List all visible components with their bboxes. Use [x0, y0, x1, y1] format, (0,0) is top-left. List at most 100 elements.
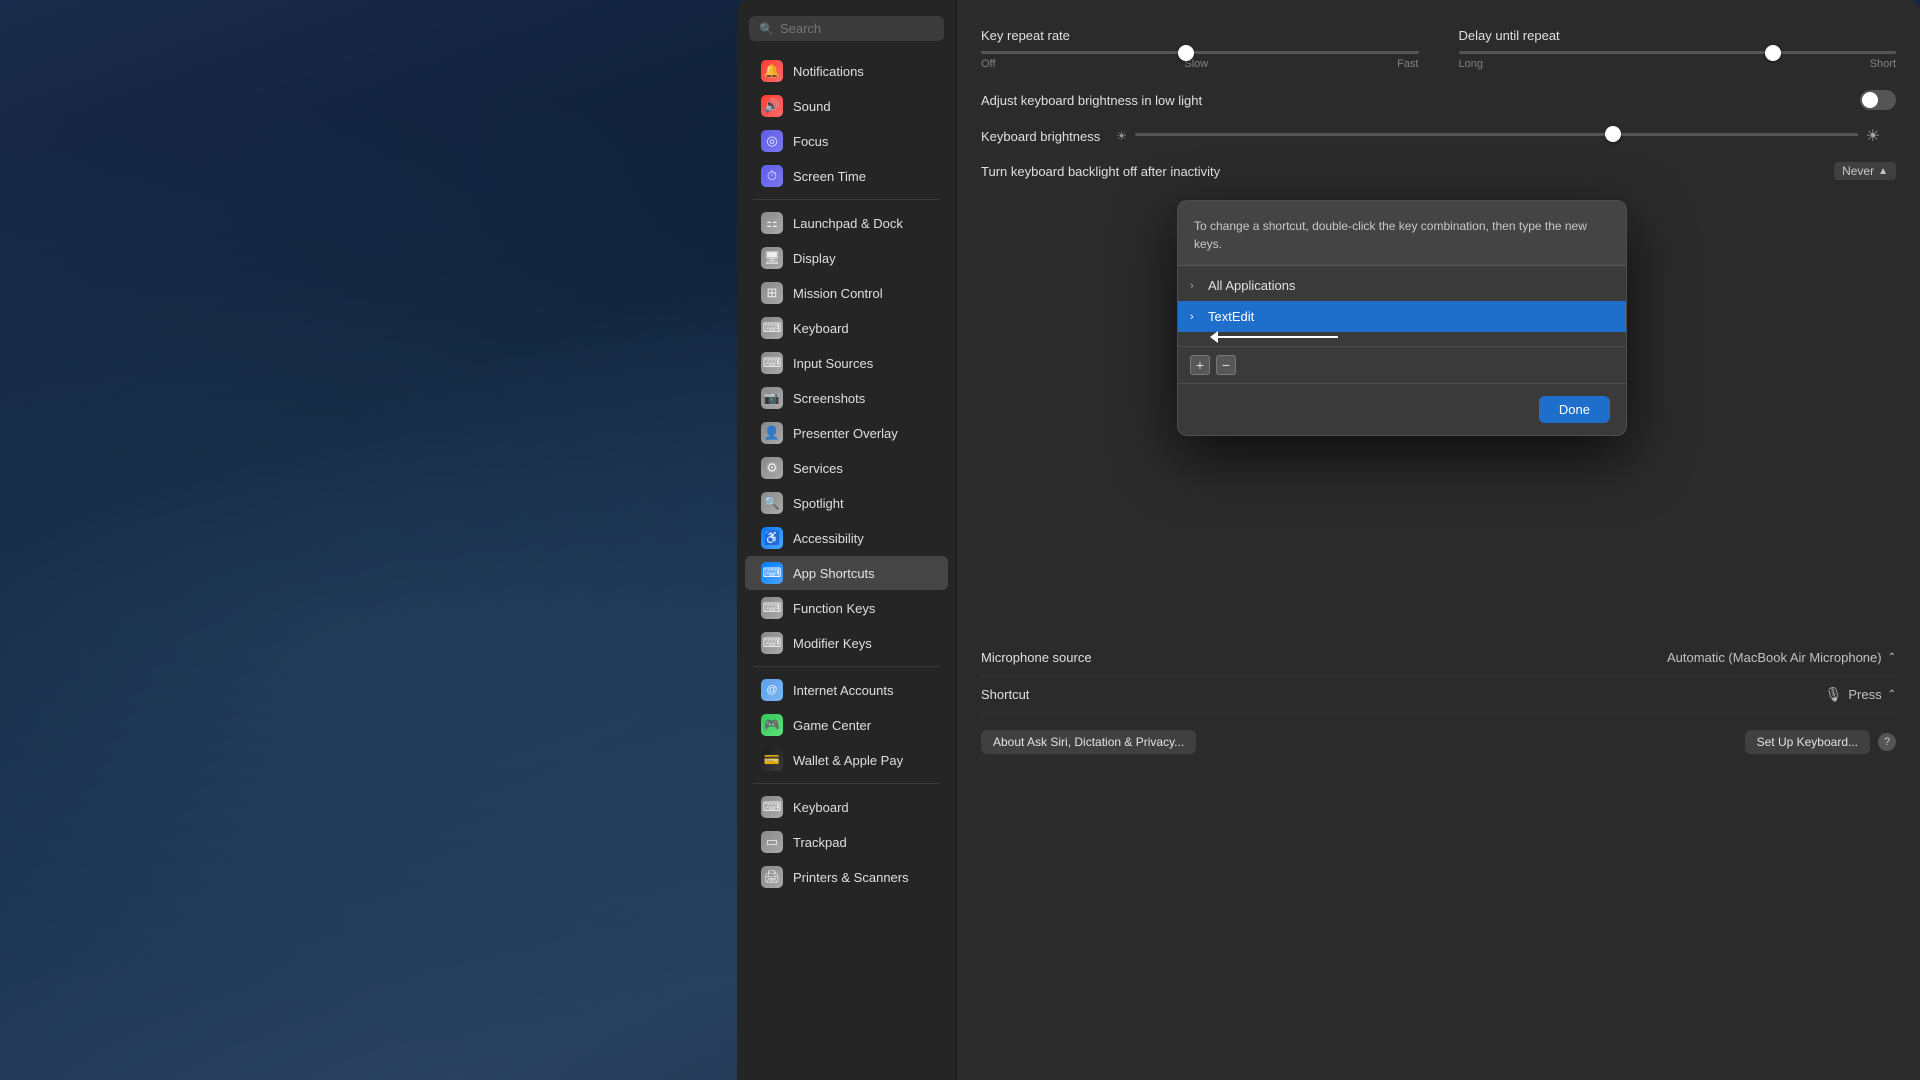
- sidebar-item-accessibility[interactable]: ♿ Accessibility: [745, 521, 948, 555]
- keyboard-icon: ⌨: [761, 317, 783, 339]
- game-center-icon: 🎮: [761, 714, 783, 736]
- sidebar-item-printers[interactable]: 🖨 Printers & Scanners: [745, 860, 948, 894]
- sidebar-item-spotlight[interactable]: 🔍 Spotlight: [745, 486, 948, 520]
- all-apps-chevron-icon: ›: [1190, 280, 1202, 292]
- sidebar-label-input-sources: Input Sources: [793, 356, 873, 371]
- done-button[interactable]: Done: [1539, 396, 1610, 423]
- sidebar-item-services[interactable]: ⚙ Services: [745, 451, 948, 485]
- kb-brightness-slider[interactable]: [1135, 133, 1858, 136]
- microphone-source-dropdown[interactable]: Automatic (MacBook Air Microphone) ⌃: [1667, 650, 1896, 665]
- sidebar-item-notifications[interactable]: 🔔 Notifications: [745, 54, 948, 88]
- notifications-icon: 🔔: [761, 60, 783, 82]
- shortcuts-panel-header: To change a shortcut, double-click the k…: [1178, 201, 1626, 266]
- sidebar-item-modifier-keys[interactable]: ⌨ Modifier Keys: [745, 626, 948, 660]
- sidebar-item-presenter[interactable]: 👤 Presenter Overlay: [745, 416, 948, 450]
- wallet-icon: 💳: [761, 749, 783, 771]
- add-shortcut-button[interactable]: +: [1190, 355, 1210, 375]
- sidebar-item-mission[interactable]: ⊞ Mission Control: [745, 276, 948, 310]
- display-icon: 🖥: [761, 247, 783, 269]
- keyboard2-icon: ⌨: [761, 796, 783, 818]
- arrow-head: [1210, 331, 1218, 343]
- sidebar-divider-3: [753, 783, 940, 784]
- search-bar[interactable]: 🔍: [749, 16, 944, 41]
- sidebar-item-trackpad[interactable]: ▭ Trackpad: [745, 825, 948, 859]
- sidebar-label-focus: Focus: [793, 134, 828, 149]
- sidebar-label-screenshots: Screenshots: [793, 391, 865, 406]
- key-repeat-slider[interactable]: [981, 51, 1419, 54]
- sidebar-item-keyboard2[interactable]: ⌨ Keyboard: [745, 790, 948, 824]
- microphone-dropdown-chevron-icon: ⌃: [1888, 652, 1896, 663]
- delay-long-label: Long: [1459, 58, 1483, 70]
- never-dropdown[interactable]: Never ▲: [1834, 162, 1896, 180]
- kb-brightness-thumb[interactable]: [1605, 126, 1621, 142]
- brightness-toggle-row: Adjust keyboard brightness in low light: [981, 90, 1896, 110]
- main-content: Key repeat rate Off Slow Fast Delay unti…: [957, 0, 1920, 1080]
- focus-icon: ◎: [761, 130, 783, 152]
- sidebar-item-input-sources[interactable]: ⌨ Input Sources: [745, 346, 948, 380]
- accessibility-icon: ♿: [761, 527, 783, 549]
- sidebar-item-wallet[interactable]: 💳 Wallet & Apple Pay: [745, 743, 948, 777]
- all-applications-row[interactable]: › All Applications: [1178, 270, 1626, 301]
- textedit-row[interactable]: › TextEdit: [1178, 301, 1626, 332]
- sidebar-label-launchpad: Launchpad & Dock: [793, 216, 903, 231]
- sound-icon: 🔊: [761, 95, 783, 117]
- brightness-high-icon: ☀: [1866, 126, 1880, 146]
- key-repeat-rate-wrap: Key repeat rate Off Slow Fast: [981, 28, 1419, 70]
- shortcut-label: Shortcut: [981, 687, 1029, 702]
- key-repeat-rate-label: Key repeat rate: [981, 28, 1419, 43]
- sidebar-item-launchpad[interactable]: ⚏ Launchpad & Dock: [745, 206, 948, 240]
- sidebar-label-printers: Printers & Scanners: [793, 870, 909, 885]
- key-repeat-labels: Off Slow Fast: [981, 58, 1419, 70]
- delay-thumb[interactable]: [1765, 45, 1781, 61]
- remove-shortcut-button[interactable]: −: [1216, 355, 1236, 375]
- sidebar-label-accessibility: Accessibility: [793, 531, 864, 546]
- kb-brightness-slider-wrap: ☀ ☀: [1116, 126, 1880, 146]
- sidebar-item-sound[interactable]: 🔊 Sound: [745, 89, 948, 123]
- brightness-toggle[interactable]: [1860, 90, 1896, 110]
- key-repeat-section: Key repeat rate Off Slow Fast Delay unti…: [981, 20, 1896, 70]
- sidebar-item-function-keys[interactable]: ⌨ Function Keys: [745, 591, 948, 625]
- sidebar-label-function-keys: Function Keys: [793, 601, 875, 616]
- key-repeat-thumb[interactable]: [1178, 45, 1194, 61]
- shortcuts-bottom-bar: + −: [1178, 346, 1626, 383]
- shortcuts-list: › All Applications › TextEdit: [1178, 266, 1626, 346]
- sidebar: 🔍 🔔 Notifications 🔊 Sound ◎ Focus ⏱ Scre…: [737, 0, 957, 1080]
- setup-keyboard-button[interactable]: Set Up Keyboard...: [1745, 730, 1870, 754]
- sidebar-item-app-shortcuts[interactable]: ⌨ App Shortcuts: [745, 556, 948, 590]
- shortcut-dropdown[interactable]: 🎙 Press ⌃: [1825, 686, 1896, 703]
- sidebar-label-sound: Sound: [793, 99, 831, 114]
- search-input[interactable]: [780, 21, 934, 36]
- help-icon[interactable]: ?: [1878, 733, 1896, 751]
- textedit-label: TextEdit: [1208, 309, 1254, 324]
- sidebar-label-trackpad: Trackpad: [793, 835, 847, 850]
- sidebar-item-game-center[interactable]: 🎮 Game Center: [745, 708, 948, 742]
- shortcuts-panel: To change a shortcut, double-click the k…: [1177, 200, 1627, 436]
- sidebar-label-modifier-keys: Modifier Keys: [793, 636, 872, 651]
- printers-icon: 🖨: [761, 866, 783, 888]
- all-applications-label: All Applications: [1208, 278, 1295, 293]
- input-sources-icon: ⌨: [761, 352, 783, 374]
- shortcut-value: Press: [1848, 687, 1881, 702]
- brightness-low-icon: ☀: [1116, 129, 1127, 143]
- delay-repeat-wrap: Delay until repeat Long Short: [1459, 28, 1897, 70]
- never-value: Never: [1842, 164, 1874, 178]
- sidebar-label-presenter: Presenter Overlay: [793, 426, 898, 441]
- turn-off-label: Turn keyboard backlight off after inacti…: [981, 164, 1220, 179]
- sidebar-item-screentime[interactable]: ⏱ Screen Time: [745, 159, 948, 193]
- delay-slider[interactable]: [1459, 51, 1897, 54]
- about-dictation-button[interactable]: About Ask Siri, Dictation & Privacy...: [981, 730, 1196, 754]
- shortcut-chevron-icon: ⌃: [1888, 689, 1896, 700]
- presenter-icon: 👤: [761, 422, 783, 444]
- screenshots-icon: 📷: [761, 387, 783, 409]
- sidebar-label-notifications: Notifications: [793, 64, 864, 79]
- shortcut-row: Shortcut 🎙 Press ⌃: [981, 676, 1896, 714]
- sidebar-divider-1: [753, 199, 940, 200]
- sidebar-item-internet-accounts[interactable]: @ Internet Accounts: [745, 673, 948, 707]
- microphone-source-label: Microphone source: [981, 650, 1092, 665]
- sidebar-item-display[interactable]: 🖥 Display: [745, 241, 948, 275]
- sidebar-item-screenshots[interactable]: 📷 Screenshots: [745, 381, 948, 415]
- sidebar-item-focus[interactable]: ◎ Focus: [745, 124, 948, 158]
- mic-icon: 🎙: [1825, 686, 1843, 703]
- sidebar-item-keyboard[interactable]: ⌨ Keyboard: [745, 311, 948, 345]
- brightness-label: Adjust keyboard brightness in low light: [981, 93, 1202, 108]
